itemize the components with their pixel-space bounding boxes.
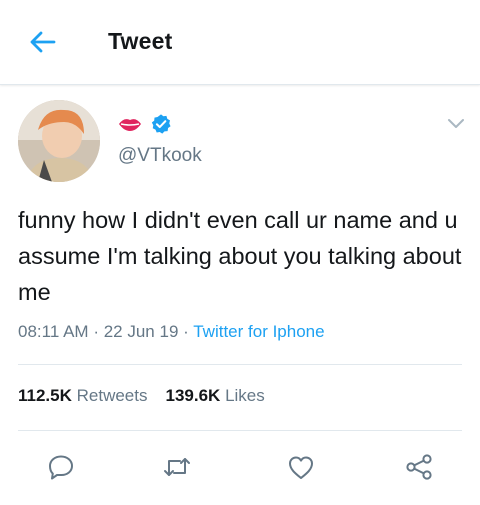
page-title: Tweet <box>108 28 173 54</box>
like-button[interactable] <box>284 450 318 484</box>
tweet-actions-bar <box>0 446 480 486</box>
retweets-stat[interactable]: 112.5K Retweets <box>18 386 148 406</box>
retweets-count: 112.5K <box>18 386 72 405</box>
verified-badge-icon <box>151 114 171 134</box>
divider <box>18 430 462 431</box>
retweet-icon <box>164 458 190 476</box>
avatar[interactable] <box>18 100 100 182</box>
meta-separator: · <box>93 322 99 341</box>
back-button[interactable] <box>20 22 64 62</box>
retweets-label: Retweets <box>76 386 148 405</box>
avatar-photo <box>18 100 100 182</box>
retweet-button[interactable] <box>160 450 194 484</box>
share-button[interactable] <box>402 450 436 484</box>
user-handle[interactable]: @VTkook <box>118 145 202 167</box>
more-options-button[interactable] <box>444 112 468 136</box>
display-name[interactable] <box>118 112 172 136</box>
likes-count: 139.6K <box>165 386 221 405</box>
meta-separator: · <box>183 322 189 341</box>
reply-icon <box>49 455 73 480</box>
likes-label: Likes <box>225 386 265 405</box>
tweet-detail-screen: Tweet @VTkook funny how I didn't even ca… <box>0 0 480 505</box>
share-icon <box>406 454 432 480</box>
divider <box>18 364 462 365</box>
tweet-source-link[interactable]: Twitter for Iphone <box>193 322 324 341</box>
lips-emoji-icon <box>119 119 141 131</box>
likes-stat[interactable]: 139.6K Likes <box>166 386 265 406</box>
tweet-time: 08:11 AM <box>18 322 89 341</box>
tweet-meta: 08:11 AM · 22 Jun 19 · Twitter for Iphon… <box>18 322 325 342</box>
heart-icon <box>289 456 313 479</box>
tweet-text: funny how I didn't even call ur name and… <box>18 207 462 305</box>
tweet-date: 22 Jun 19 <box>103 322 179 341</box>
reply-button[interactable] <box>44 450 78 484</box>
chevron-down-icon <box>448 119 464 128</box>
arrow-left-icon <box>30 31 56 53</box>
engagement-stats: 112.5K Retweets 139.6K Likes <box>18 386 265 406</box>
top-app-bar: Tweet <box>0 0 480 85</box>
